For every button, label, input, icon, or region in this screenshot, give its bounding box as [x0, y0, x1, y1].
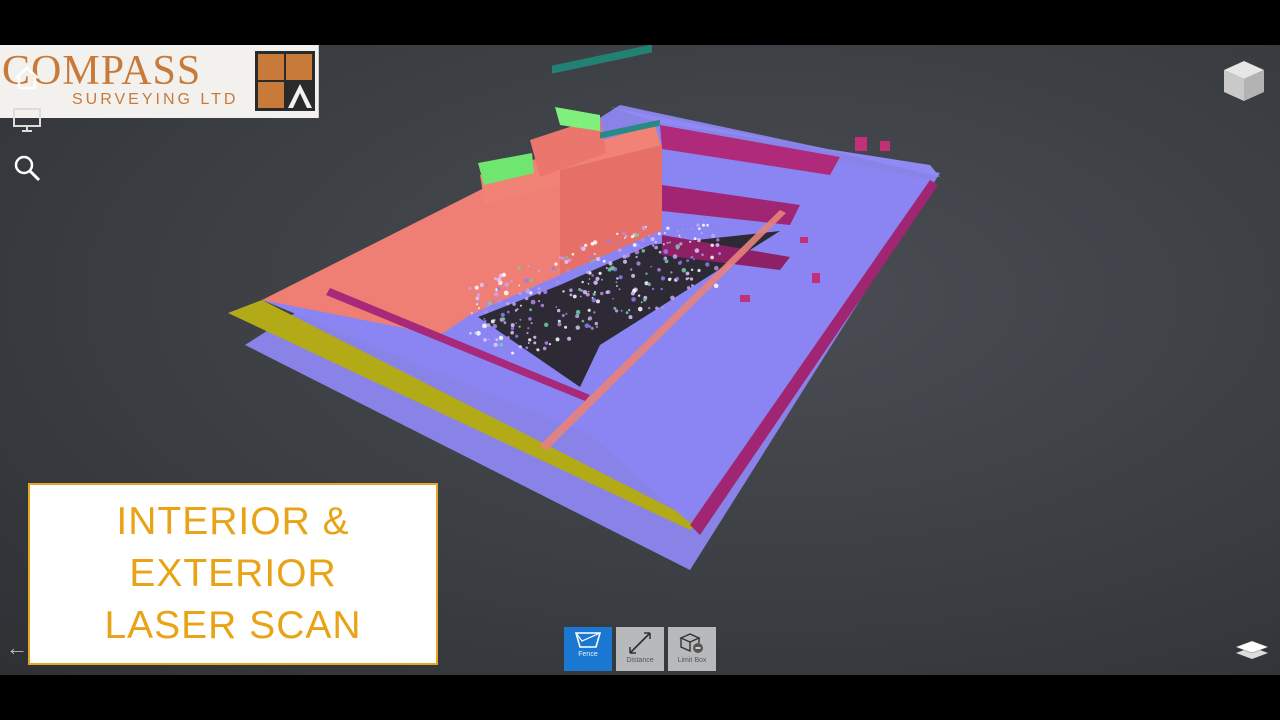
letterbox-top	[0, 0, 1280, 45]
letterbox-bottom	[0, 675, 1280, 720]
tower-top	[555, 107, 600, 131]
company-logo: COMPASS SURVEYING LTD	[0, 45, 319, 118]
limit-box-icon	[679, 633, 703, 653]
distance-tool-button[interactable]: Distance	[616, 627, 664, 671]
caption-box: INTERIOR & EXTERIOR LASER SCAN	[28, 483, 438, 665]
navigation-cube-icon[interactable]	[1220, 57, 1268, 105]
monitor-icon[interactable]	[10, 103, 44, 137]
fence-tool-label: Fence	[578, 651, 598, 658]
fence-icon	[574, 632, 602, 648]
logo-subtitle: SURVEYING LTD	[72, 91, 239, 108]
fence-tool-button[interactable]: Fence	[564, 627, 612, 671]
limit-box-tool-label: Limit Box	[677, 657, 707, 664]
caption-line-3: LASER SCAN	[104, 604, 362, 647]
limit-box-tool-button[interactable]: Limit Box	[668, 627, 716, 671]
back-arrow-icon[interactable]: ←	[6, 635, 30, 661]
search-icon[interactable]	[10, 151, 44, 185]
point-cloud-viewport[interactable]: COMPASS SURVEYING LTD ← Fence Distance L…	[0, 45, 1280, 675]
layers-icon[interactable]	[1234, 633, 1270, 663]
caption-line-2: EXTERIOR	[129, 552, 337, 595]
home-icon[interactable]	[10, 61, 44, 95]
measurement-toolbar: Fence Distance Limit Box	[564, 627, 716, 671]
caption-line-1: INTERIOR &	[116, 500, 350, 543]
logo-mark-icon	[255, 51, 315, 111]
distance-icon	[629, 632, 651, 654]
distance-tool-label: Distance	[626, 657, 654, 664]
